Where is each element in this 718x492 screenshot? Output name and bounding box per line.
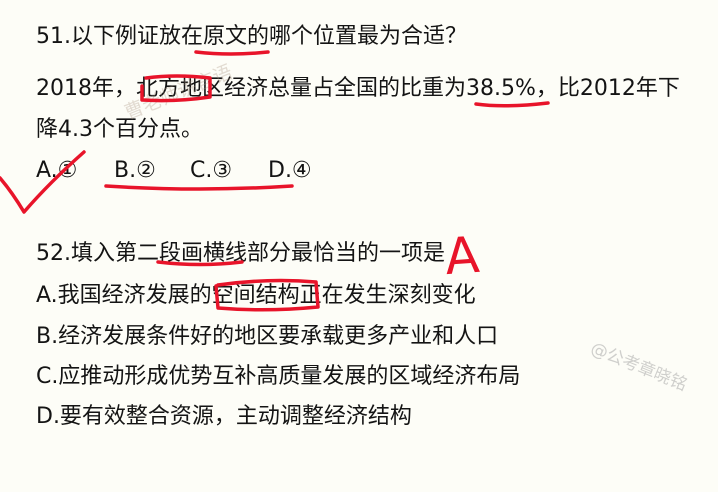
q52-option-d: D.要有效整合资源，主动调整经济结构 xyxy=(36,404,412,429)
q51-passage-line1: 2018年，北方地区经济总量占全国的比重为38.5%，比2012年下 xyxy=(36,76,680,101)
q51-passage-line2: 降4.3个百分点。 xyxy=(36,117,203,142)
q52-stem: 52.填入第二段画横线部分最恰当的一项是 xyxy=(36,241,445,266)
underline-yuanwen xyxy=(194,50,270,56)
q52-option-b: B.经济发展条件好的地区要承载更多产业和人口 xyxy=(36,324,499,349)
q52-option-c: C.应推动形成优势互补高质量发展的区域经济布局 xyxy=(36,364,521,389)
q51-option-d: D.④ xyxy=(268,158,312,183)
answer-mark: A xyxy=(443,225,482,287)
underline-options xyxy=(104,184,294,191)
q52-option-a: A.我国经济发展的空间结构正在发生深刻变化 xyxy=(36,283,476,308)
q51-option-c: C.③ xyxy=(190,158,233,183)
q51-stem: 51.以下例证放在原文的哪个位置最为合适？ xyxy=(36,24,467,49)
q51-option-b: B.② xyxy=(114,158,156,183)
watermark-right: @公考章晓铭 xyxy=(587,338,690,396)
q51-option-a: A.① xyxy=(36,158,78,183)
